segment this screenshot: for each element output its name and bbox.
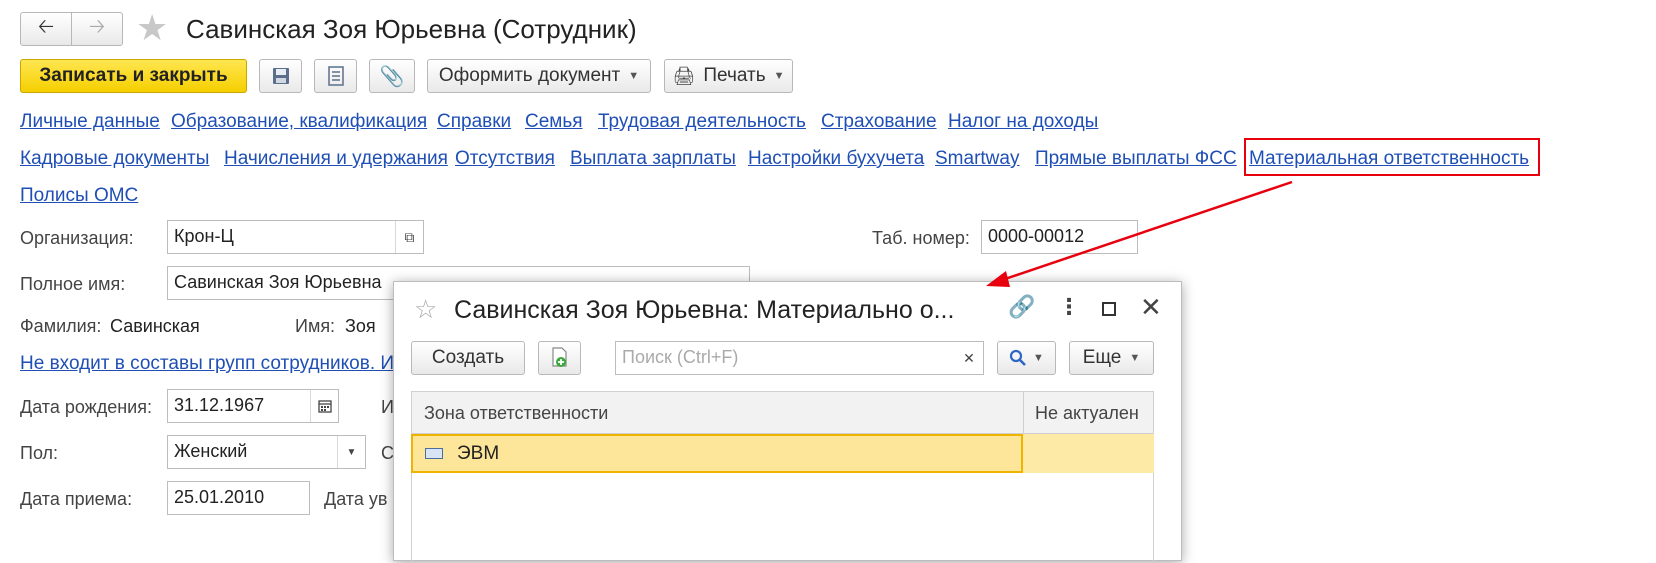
annotation-arrow	[986, 180, 1293, 287]
